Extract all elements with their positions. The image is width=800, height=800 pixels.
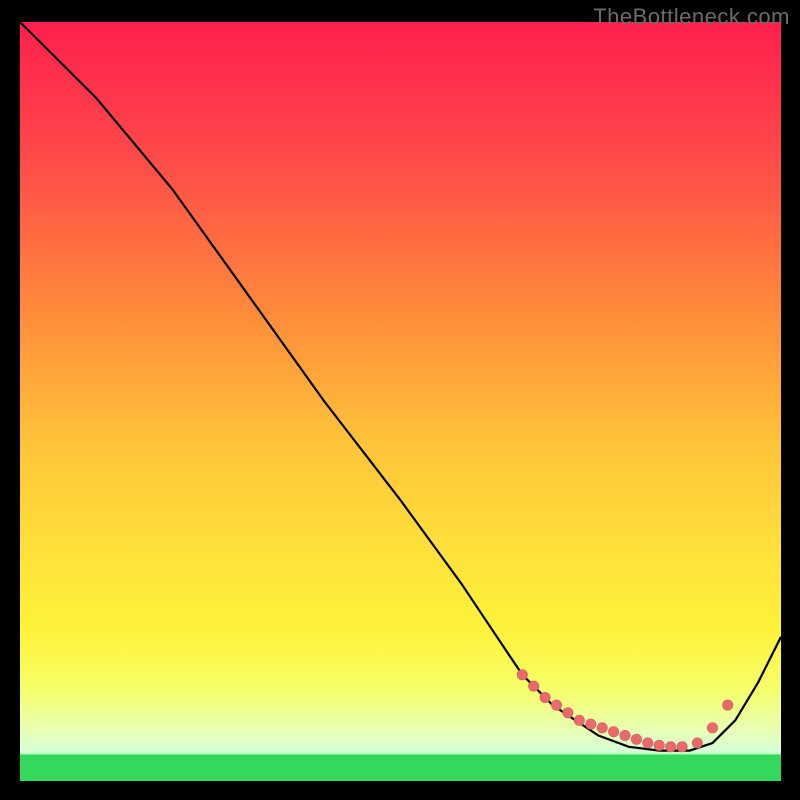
data-marker [517,670,527,680]
watermark-text: TheBottleneck.com [593,4,790,30]
data-marker [563,708,573,718]
data-marker [540,692,550,702]
green-band [20,754,781,781]
data-marker [620,730,630,740]
data-marker [608,727,618,737]
data-marker [654,740,664,750]
plot-background [20,22,781,781]
data-marker [586,719,596,729]
data-marker [597,723,607,733]
data-marker [692,738,702,748]
data-marker [677,742,687,752]
data-marker [529,681,539,691]
data-marker [551,700,561,710]
chart-svg [0,0,800,800]
data-marker [707,723,717,733]
data-marker [643,738,653,748]
data-marker [666,742,676,752]
data-marker [723,700,733,710]
data-marker [574,715,584,725]
chart-container: { "watermark": "TheBottleneck.com", "col… [0,0,800,800]
data-marker [631,734,641,744]
